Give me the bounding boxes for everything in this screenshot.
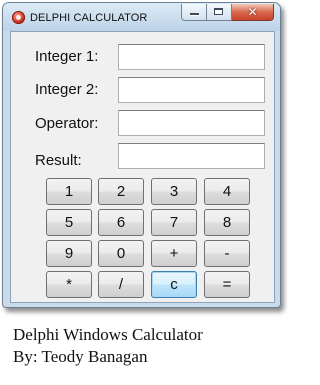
key-6[interactable]: 6 [98,209,144,236]
maximize-icon [214,8,223,15]
title-bar[interactable]: DELPHI CALCULATOR ✕ [3,3,280,31]
key-minus[interactable]: - [204,240,250,267]
key-7[interactable]: 7 [151,209,197,236]
calculator-window: DELPHI CALCULATOR ✕ Integer 1: Integer 2… [2,2,281,308]
key-8[interactable]: 8 [204,209,250,236]
app-icon[interactable] [12,11,25,24]
key-plus[interactable]: + [151,240,197,267]
operator-input[interactable] [118,110,265,136]
key-equals[interactable]: = [204,271,250,298]
integer2-label: Integer 2: [35,81,99,98]
minimize-icon [190,13,199,15]
close-icon: ✕ [247,5,258,19]
integer1-input[interactable] [118,44,265,70]
minimize-button[interactable] [181,4,207,21]
key-0[interactable]: 0 [98,240,144,267]
key-4[interactable]: 4 [204,178,250,205]
close-button[interactable]: ✕ [232,4,274,21]
key-multiply[interactable]: * [46,271,92,298]
form-client-area: Integer 1: Integer 2: Operator: Result: … [10,31,275,303]
key-9[interactable]: 9 [46,240,92,267]
key-clear[interactable]: c [151,271,197,298]
integer1-label: Integer 1: [35,48,99,65]
caption-title: Delphi Windows Calculator [13,325,203,344]
key-5[interactable]: 5 [46,209,92,236]
maximize-button[interactable] [207,4,232,21]
key-1[interactable]: 1 [46,178,92,205]
key-2[interactable]: 2 [98,178,144,205]
key-3[interactable]: 3 [151,178,197,205]
result-input[interactable] [118,143,265,169]
integer2-input[interactable] [118,77,265,103]
caption-author: By: Teody Banagan [13,347,148,366]
operator-label: Operator: [35,115,99,132]
window-title: DELPHI CALCULATOR [30,12,148,24]
key-divide[interactable]: / [98,271,144,298]
result-label: Result: [35,152,82,169]
caption-buttons: ✕ [181,4,274,22]
